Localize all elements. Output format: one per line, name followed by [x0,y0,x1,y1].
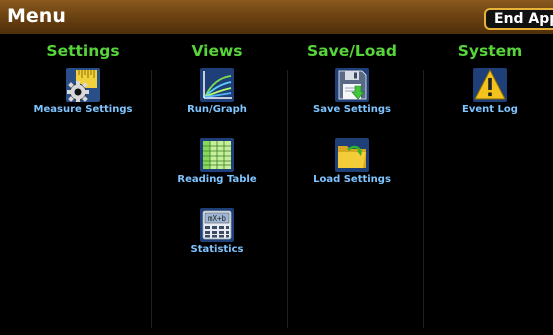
statistics-label: Statistics [190,244,244,255]
column-divider [423,70,424,328]
run-graph-label: Run/Graph [187,104,247,115]
column-heading-save-load: Save/Load [307,42,397,60]
column-heading-system: System [457,42,523,60]
save-settings-button[interactable]: Save Settings [292,68,412,115]
statistics-button[interactable]: mX+b Statistics [157,208,277,255]
calculator-icon: mX+b [200,208,234,242]
warning-icon [473,68,507,102]
column-heading-views: Views [191,42,243,60]
menu-screen: Menu End App Settings Views Save/Load Sy… [0,0,553,335]
column-divider [287,70,288,328]
page-title: Menu [7,5,66,27]
reading-table-label: Reading Table [177,174,257,185]
column-heading-settings: Settings [46,42,120,60]
column-divider [151,70,152,328]
reading-table-button[interactable]: Reading Table [157,138,277,185]
event-log-label: Event Log [462,104,518,115]
load-settings-label: Load Settings [313,174,391,185]
floppy-disk-icon [335,68,369,102]
table-icon [200,138,234,172]
measure-settings-icon [66,68,100,102]
load-settings-button[interactable]: Load Settings [292,138,412,185]
save-settings-label: Save Settings [313,104,391,115]
folder-icon [335,138,369,172]
title-bar: Menu End App [0,0,553,34]
run-graph-button[interactable]: Run/Graph [157,68,277,115]
measure-settings-button[interactable]: Measure Settings [23,68,143,115]
calculator-display-text: mX+b [208,214,227,223]
graph-icon [200,68,234,102]
measure-settings-label: Measure Settings [33,104,133,115]
event-log-button[interactable]: Event Log [430,68,550,115]
end-app-button[interactable]: End App [484,8,553,30]
